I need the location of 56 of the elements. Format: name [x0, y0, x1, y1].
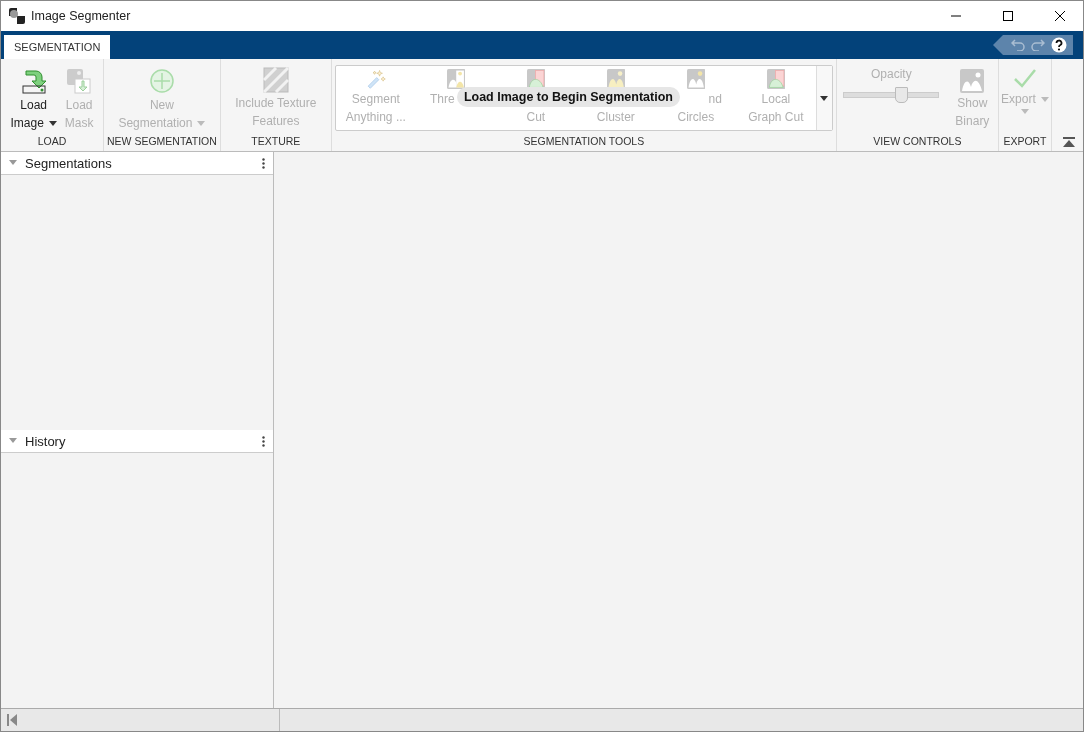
- section-label: LOAD: [36, 135, 68, 149]
- undo-button[interactable]: [1011, 39, 1025, 51]
- collapse-icon[interactable]: [9, 438, 17, 444]
- ribbon-tab[interactable]: SEGMENTATION: [4, 35, 111, 59]
- tool-label[interactable]: Circles: [677, 109, 715, 125]
- panel-title: Segmentations: [25, 155, 113, 171]
- more-options-icon[interactable]: [262, 435, 265, 447]
- window-title: Image Segmenter: [31, 9, 132, 23]
- caret-icon: [820, 95, 829, 101]
- caret-icon: [197, 120, 206, 126]
- more-options-icon[interactable]: [262, 157, 265, 169]
- load-image-button[interactable]: Load Image: [6, 65, 61, 133]
- undo-icon: [1011, 39, 1025, 51]
- image-icon: [960, 69, 985, 93]
- section-label: TEXTURE: [250, 135, 302, 149]
- app-icon: [9, 8, 25, 24]
- section-label: VIEW CONTROLS: [872, 135, 963, 149]
- help-icon: [1051, 37, 1067, 53]
- tool-label[interactable]: nd: [708, 91, 722, 107]
- magic-wand-icon: [365, 69, 386, 89]
- close-icon: [1055, 11, 1065, 21]
- tool-label[interactable]: Anything ...: [345, 109, 406, 125]
- collapse-icon[interactable]: [9, 160, 17, 166]
- caret-icon: [1040, 96, 1049, 102]
- opacity-label: Opacity: [871, 67, 912, 81]
- texture-icon: [262, 67, 289, 93]
- expand-panel-button[interactable]: [7, 714, 17, 726]
- caret-icon: [1020, 109, 1029, 114]
- tool-label[interactable]: Cluster: [596, 109, 635, 125]
- add-icon: [147, 67, 176, 95]
- hint-message: Load Image to Begin Segmentation: [456, 87, 680, 107]
- redo-button[interactable]: [1031, 39, 1045, 51]
- collapse-icon: [1063, 137, 1075, 147]
- image-icon: [686, 69, 706, 89]
- image-icon: [766, 69, 786, 89]
- panel-title: History: [25, 433, 67, 449]
- help-button[interactable]: [1051, 37, 1067, 53]
- download-icon: [19, 67, 48, 95]
- gallery-expand-button[interactable]: [815, 66, 832, 130]
- maximize-icon: [1003, 11, 1013, 21]
- checkmark-icon: [1012, 67, 1037, 89]
- tool-label[interactable]: Thre: [429, 91, 455, 107]
- tool-label[interactable]: Graph Cut: [748, 109, 804, 125]
- image-import-icon: [65, 67, 94, 95]
- section-label: EXPORT: [1002, 135, 1048, 149]
- tool-label[interactable]: Segment: [351, 91, 400, 107]
- redo-icon: [1031, 39, 1045, 51]
- tool-label[interactable]: Local: [761, 91, 791, 107]
- caret-icon: [48, 120, 57, 126]
- tool-label[interactable]: Cut: [526, 109, 546, 125]
- opacity-slider[interactable]: [843, 87, 940, 103]
- skip-to-start-icon: [7, 714, 17, 726]
- section-label: NEW SEGMENTATION: [107, 135, 217, 149]
- image-icon: [446, 69, 466, 89]
- collapse-toolstrip-button[interactable]: [1063, 137, 1075, 147]
- section-label: SEGMENTATION TOOLS: [522, 135, 646, 149]
